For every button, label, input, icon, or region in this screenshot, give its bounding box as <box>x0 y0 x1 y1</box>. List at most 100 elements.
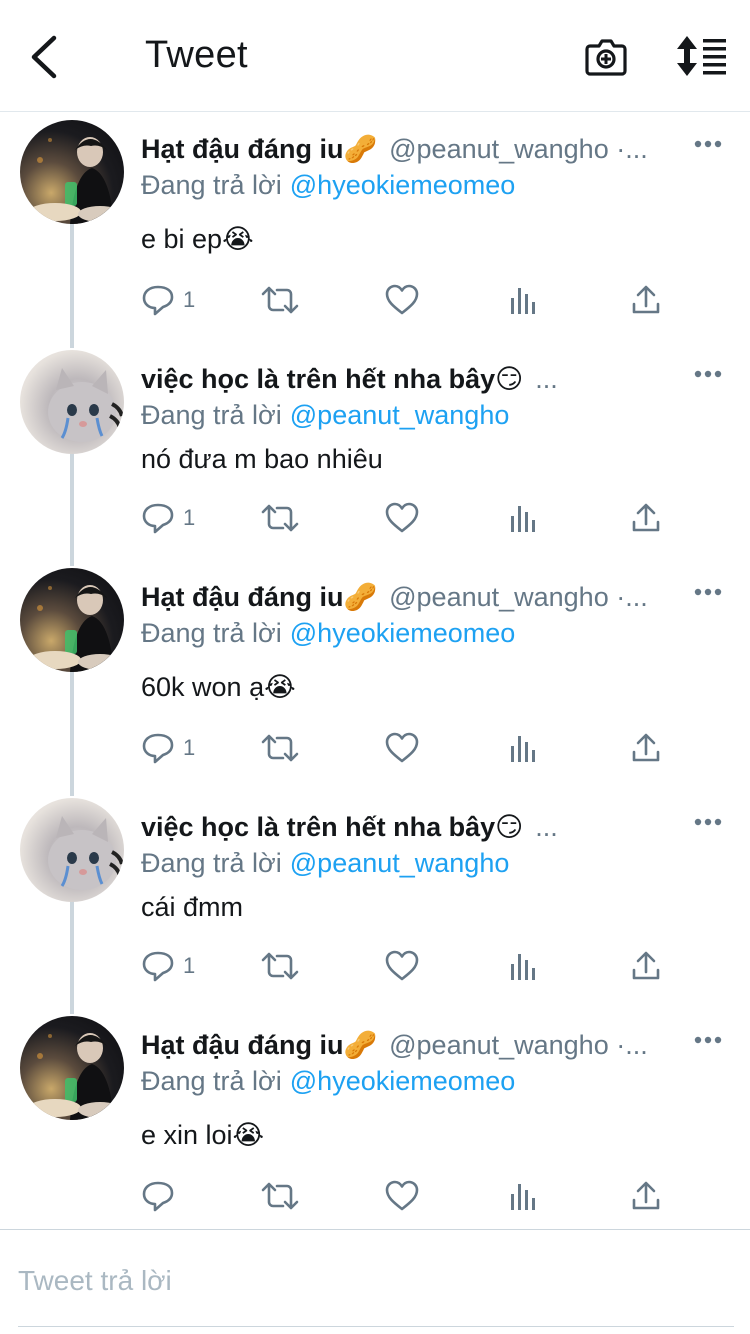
tweet[interactable]: việc học là trên hết nha bây😏... Đang tr… <box>0 350 750 564</box>
retweet-action[interactable] <box>261 1178 299 1214</box>
display-name[interactable]: Hạt đậu đáng iu🥜 <box>141 582 377 612</box>
analytics-action[interactable] <box>509 1178 539 1214</box>
display-name[interactable]: Hạt đậu đáng iu🥜 <box>141 1030 377 1060</box>
sort-icon <box>677 36 726 76</box>
replying-to-handle[interactable]: @peanut_wangho <box>290 400 510 430</box>
share-icon <box>632 1181 660 1210</box>
share-action[interactable] <box>630 500 662 536</box>
analytics-icon <box>511 288 535 314</box>
like-action[interactable] <box>385 500 419 536</box>
reply-action[interactable] <box>141 1178 183 1214</box>
tweet-text: nó đưa m bao nhiêu <box>141 444 383 474</box>
analytics-icon <box>511 736 535 762</box>
heart-icon <box>385 502 419 533</box>
display-name[interactable]: việc học là trên hết nha bây😏 <box>141 812 523 842</box>
avatar[interactable] <box>20 120 124 224</box>
retweet-action[interactable] <box>261 282 299 318</box>
reply-composer <box>0 1229 750 1334</box>
like-action[interactable] <box>385 282 419 318</box>
replying-to-handle[interactable]: @hyeokiemeomeo <box>290 618 516 648</box>
camera-button[interactable] <box>584 34 628 78</box>
retweet-action[interactable] <box>261 948 299 984</box>
retweet-action[interactable] <box>261 730 299 766</box>
share-action[interactable] <box>630 1178 662 1214</box>
retweet-icon <box>261 286 299 314</box>
tweet-text: e bi ep😭 <box>141 224 254 254</box>
tweet-author[interactable]: Hạt đậu đáng iu🥜 @peanut_wangho ·... <box>141 1028 691 1062</box>
chevron-left-icon <box>31 35 57 79</box>
sort-button[interactable] <box>676 34 728 78</box>
analytics-icon <box>511 506 535 532</box>
replying-to: Đang trả lời @peanut_wangho <box>141 398 509 432</box>
more-dots-icon <box>694 1036 722 1044</box>
more-options-button[interactable] <box>690 132 730 156</box>
user-handle[interactable]: @peanut_wangho ·... <box>389 1030 648 1060</box>
analytics-action[interactable] <box>509 282 539 318</box>
replying-to-handle[interactable]: @hyeokiemeomeo <box>290 170 516 200</box>
like-action[interactable] <box>385 948 419 984</box>
reply-count: 1 <box>183 505 196 530</box>
replying-to: Đang trả lời @hyeokiemeomeo <box>141 168 515 202</box>
user-handle[interactable]: ... <box>535 812 558 842</box>
avatar[interactable] <box>20 350 124 454</box>
more-dots-icon <box>694 370 722 378</box>
replying-to: Đang trả lời @hyeokiemeomeo <box>141 616 515 650</box>
like-action[interactable] <box>385 1178 419 1214</box>
reply-action[interactable]: 1 <box>141 282 195 318</box>
more-options-button[interactable] <box>690 1028 730 1052</box>
share-action[interactable] <box>630 730 662 766</box>
reply-action[interactable]: 1 <box>141 500 195 536</box>
reply-action[interactable]: 1 <box>141 730 195 766</box>
avatar[interactable] <box>20 1016 124 1120</box>
replying-to-handle[interactable]: @hyeokiemeomeo <box>290 1066 516 1096</box>
like-action[interactable] <box>385 730 419 766</box>
retweet-icon <box>261 734 299 762</box>
tweet[interactable]: Hạt đậu đáng iu🥜 @peanut_wangho ·... Đang… <box>0 120 750 348</box>
analytics-action[interactable] <box>509 730 539 766</box>
back-button[interactable] <box>26 34 66 80</box>
tweet-author[interactable]: Hạt đậu đáng iu🥜 @peanut_wangho ·... <box>141 132 691 166</box>
more-dots-icon <box>694 140 722 148</box>
top-nav-bar: Tweet <box>0 0 750 112</box>
analytics-icon <box>511 954 535 980</box>
user-handle[interactable]: ... <box>535 364 558 394</box>
replying-to: Đang trả lời @peanut_wangho <box>141 846 509 880</box>
share-action[interactable] <box>630 282 662 318</box>
tweet[interactable]: Hạt đậu đáng iu🥜 @peanut_wangho ·... Đang… <box>0 568 750 796</box>
share-icon <box>632 285 660 314</box>
reply-input-underline <box>18 1326 734 1327</box>
display-name[interactable]: Hạt đậu đáng iu🥜 <box>141 134 377 164</box>
heart-icon <box>385 1180 419 1211</box>
analytics-icon <box>511 1184 535 1210</box>
reply-icon <box>142 951 174 982</box>
tweet[interactable]: việc học là trên hết nha bây😏... Đang tr… <box>0 798 750 1012</box>
tweet[interactable]: Hạt đậu đáng iu🥜 @peanut_wangho ·... Đang… <box>0 1016 750 1228</box>
share-action[interactable] <box>630 948 662 984</box>
user-handle[interactable]: @peanut_wangho ·... <box>389 134 648 164</box>
more-options-button[interactable] <box>690 362 730 386</box>
retweet-action[interactable] <box>261 500 299 536</box>
reply-action[interactable]: 1 <box>141 948 195 984</box>
display-name[interactable]: việc học là trên hết nha bây😏 <box>141 364 523 394</box>
replying-to-label: Đang trả lời <box>141 170 282 200</box>
reply-icon <box>142 503 174 534</box>
more-dots-icon <box>694 588 722 596</box>
camera-add-icon <box>585 39 627 76</box>
avatar[interactable] <box>20 798 124 902</box>
tweet-author[interactable]: Hạt đậu đáng iu🥜 @peanut_wangho ·... <box>141 580 691 614</box>
replying-to-label: Đang trả lời <box>141 1066 282 1096</box>
share-icon <box>632 951 660 980</box>
reply-count: 1 <box>183 953 196 978</box>
more-options-button[interactable] <box>690 810 730 834</box>
user-handle[interactable]: @peanut_wangho ·... <box>389 582 648 612</box>
reply-input[interactable] <box>18 1260 718 1302</box>
analytics-action[interactable] <box>509 500 539 536</box>
analytics-action[interactable] <box>509 948 539 984</box>
heart-icon <box>385 732 419 763</box>
tweet-author[interactable]: việc học là trên hết nha bây😏... <box>141 810 691 844</box>
page-title: Tweet <box>145 34 248 76</box>
more-options-button[interactable] <box>690 580 730 604</box>
replying-to-handle[interactable]: @peanut_wangho <box>290 848 510 878</box>
tweet-author[interactable]: việc học là trên hết nha bây😏... <box>141 362 691 396</box>
avatar[interactable] <box>20 568 124 672</box>
